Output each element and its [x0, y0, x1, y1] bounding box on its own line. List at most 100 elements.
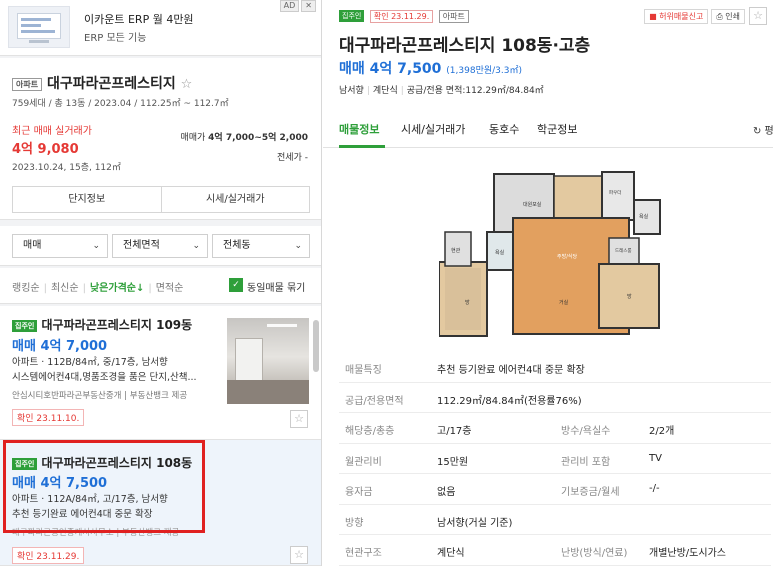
row-label: 매물특징: [345, 365, 382, 376]
floorplan-label: 드레스룸: [615, 247, 632, 254]
highlight-box: [3, 440, 205, 533]
complex-meta: 759세대 / 총 13동 / 2023.04 / 112.25㎡ ~ 112.…: [12, 99, 229, 109]
detail-tags: 집주인 확인 23.11.29. 아파트: [339, 9, 469, 23]
ad-close-icon[interactable]: ✕: [301, 0, 316, 12]
row-label: 현관구조: [345, 548, 382, 559]
tab-school[interactable]: 학군정보: [537, 121, 577, 137]
sort-latest[interactable]: 최신순: [51, 283, 79, 294]
detail-tabs: 매물정보 시세/실거래가 동호수 학군정보 ↻ 평: [323, 112, 773, 148]
detail-meta: 남서향 | 계단식 | 공급/전용 면적:112.29㎡/84.84㎡: [339, 86, 544, 96]
ad-thumbnail: [8, 6, 70, 48]
row-label-2: 기보증금/월세: [561, 487, 620, 498]
type-tag: 아파트: [438, 9, 469, 23]
chevron-down-icon: ⌄: [192, 241, 200, 251]
recent-trade-date: 2023.10.24, 15층, 112㎡: [12, 163, 121, 173]
ad-title: 이카운트 ERP 월 4만원: [84, 13, 194, 26]
report-button[interactable]: ■ 허위매물신고: [644, 9, 709, 24]
table-row: 현관구조 계단식 난방(방식/연료) 개별난방/도시가스: [339, 535, 771, 566]
complex-name[interactable]: 대구파라곤프레스티지: [47, 76, 176, 92]
ad-label: AD: [279, 0, 300, 12]
dong-value: 전체동: [223, 240, 251, 251]
detail-price-value: 매매 4억 7,500: [339, 61, 442, 77]
print-button[interactable]: ⎙ 인쇄: [711, 9, 745, 24]
complex-info-button[interactable]: 단지정보: [13, 187, 161, 212]
row-label: 융자금: [345, 487, 373, 498]
floorplan-label: 거실: [559, 299, 569, 306]
dong-select[interactable]: 전체동 ⌄: [212, 234, 310, 258]
recent-trade-price: 4억 9,080: [12, 142, 79, 157]
list-item[interactable]: 집주인 대구파라곤프레스티지 109동 매매 4억 7,000 아파트 · 11…: [0, 306, 321, 440]
area-select[interactable]: 전체면적 ⌄: [112, 234, 208, 258]
rent-value: -: [304, 153, 308, 163]
table-row: 융자금 없음 기보증금/월세 -/-: [339, 474, 771, 505]
row-label-2: 난방(방식/연료): [561, 548, 628, 559]
row-value-2: TV: [649, 452, 662, 464]
ad-banner[interactable]: 이카운트 ERP 월 4만원 ERP 모든 기능 AD ✕: [0, 0, 321, 56]
row-value: 남서향(거실 기준): [437, 517, 513, 529]
meta-direction: 남서향: [339, 86, 364, 96]
floorplan-label: 방: [627, 293, 632, 300]
market-price-button[interactable]: 시세/실거래가: [160, 187, 310, 212]
floorplan-label: 방: [465, 299, 470, 306]
listing-panel: 이카운트 ERP 월 4만원 ERP 모든 기능 AD ✕ 아파트 대구파라곤프…: [0, 0, 322, 566]
table-row: 방향 남서향(거실 기준): [339, 505, 771, 535]
rent-price: 전세가 -: [277, 150, 308, 163]
scrollbar[interactable]: [313, 320, 319, 372]
sort-low-price[interactable]: 낮은가격순↓: [90, 283, 144, 294]
sort-bar: 랭킹순 | 최신순 | 낮은가격순↓ | 면적순 ✓ 동일매물 묶기: [0, 268, 321, 304]
floorplan-label: 파우더: [609, 189, 621, 196]
owner-tag: 집주인: [339, 10, 365, 22]
meta-area: 공급/전용 면적:112.29㎡/84.84㎡: [406, 86, 544, 96]
table-row: 매물특징 추천 등기완료 에어컨4대 중문 확장: [339, 352, 771, 383]
chevron-down-icon: ⌄: [92, 241, 100, 251]
trade-type-select[interactable]: 매매 ⌄: [12, 234, 108, 258]
sort-area[interactable]: 면적순: [156, 283, 184, 294]
row-value: 112.29㎡/84.84㎡(전용률76%): [437, 395, 582, 407]
table-row: 해당층/총층 고/17층 방수/욕실수 2/2개: [339, 413, 771, 444]
group-same-label[interactable]: 동일매물 묶기: [247, 279, 305, 294]
table-row: 월관리비 15만원 관리비 포함 TV: [339, 444, 771, 474]
row-value: 15만원: [437, 456, 469, 468]
confirm-date-badge: 확인 23.11.29.: [12, 547, 85, 564]
listing-title: 집주인 대구파라곤프레스티지 109동: [12, 316, 192, 333]
group-same-checkbox[interactable]: ✓: [229, 278, 243, 292]
monitor-icon: [17, 13, 61, 39]
row-label-2: 관리비 포함: [561, 456, 611, 468]
row-label: 월관리비: [345, 456, 382, 468]
table-row: 공급/전용면적 112.29㎡/84.84㎡(전용률76%): [339, 383, 771, 413]
favorite-star-icon[interactable]: ☆: [749, 7, 767, 25]
floor-plan-image[interactable]: 대원포실 방 방 거실 주방/식당 욕실 욕실 드레스룸 파우더 현관: [439, 166, 667, 342]
floorplan-label: 대원포실: [523, 201, 542, 208]
trade-type-value: 매매: [23, 240, 42, 251]
meta-structure: 계단식: [372, 86, 398, 96]
floorplan-label: 주방/식당: [557, 253, 577, 260]
row-value-2: 개별난방/도시가스: [649, 548, 726, 559]
confirm-tag: 확인 23.11.29.: [369, 9, 434, 23]
favorite-star-icon[interactable]: ☆: [181, 77, 193, 92]
row-value: 고/17층: [437, 426, 472, 437]
detail-actions: ■ 허위매물신고 ⎙ 인쇄: [644, 9, 745, 24]
sort-options: 랭킹순 | 최신순 | 낮은가격순↓ | 면적순: [12, 283, 184, 294]
sort-ranking[interactable]: 랭킹순: [12, 283, 40, 294]
ad-subtitle: ERP 모든 기능: [84, 33, 147, 44]
detail-title: 대구파라곤프레스티지 108동·고층: [339, 36, 591, 56]
complex-buttons: 단지정보 시세/실거래가: [12, 186, 310, 213]
favorite-star-icon[interactable]: ☆: [290, 410, 308, 428]
floorplan-label: 욕실: [495, 249, 505, 256]
listing-info-table: 매물특징 추천 등기완료 에어컨4대 중문 확장 공급/전용면적 112.29㎡…: [339, 352, 771, 566]
sale-label: 매매가: [180, 133, 206, 143]
chevron-down-icon: ⌄: [294, 241, 302, 251]
ad-badge: AD ✕: [279, 0, 316, 12]
active-tab-indicator: [339, 145, 385, 148]
tab-market-price[interactable]: 시세/실거래가: [401, 121, 465, 137]
listing-photo[interactable]: [227, 318, 309, 404]
confirm-date-badge: 확인 23.11.10.: [12, 409, 85, 426]
favorite-star-icon[interactable]: ☆: [290, 546, 308, 564]
listing-price: 매매 4억 7,000: [12, 339, 108, 354]
tab-unit[interactable]: 동호수: [489, 121, 519, 137]
row-value: 계단식: [437, 548, 465, 559]
tab-listing-info[interactable]: 매물정보: [339, 121, 379, 137]
sale-range: 4억 7,000~5억 2,000: [208, 133, 308, 143]
refresh-button[interactable]: ↻ 평: [753, 122, 773, 137]
sale-price-range: 매매가 4억 7,000~5억 2,000: [180, 130, 308, 143]
